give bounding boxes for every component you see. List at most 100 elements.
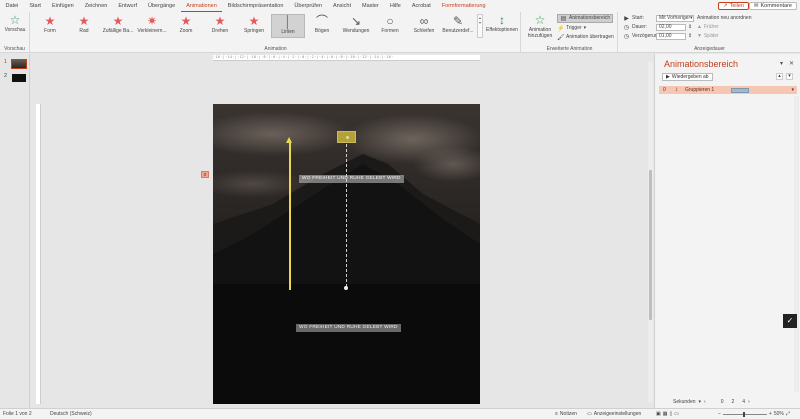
chevron-down-icon[interactable]: ▾ (699, 399, 702, 405)
reading-view-icon[interactable]: ▯ (669, 411, 672, 417)
advanced-animation-group: ☆ Animation hinzufügen ▤ Animationsbereic… (522, 12, 618, 53)
start-select[interactable]: Mit Vorheriger ▾ (656, 14, 694, 22)
comments-button[interactable]: ✉ Kommentare (748, 2, 797, 10)
canvas-scrollbar[interactable] (648, 62, 653, 402)
zoom-out-icon[interactable]: − (718, 411, 721, 417)
animation-pane-title: Animationsbereich (664, 59, 739, 69)
pane-scrollbar[interactable] (794, 96, 799, 392)
tab-master[interactable]: Master (357, 0, 385, 12)
fit-slide-icon[interactable]: ⤢ (786, 411, 790, 417)
slide-sorter-icon[interactable]: ▦ (663, 411, 668, 417)
delay-input[interactable]: 01,00 (656, 32, 686, 40)
anim-zoom[interactable]: ★ Zoom (169, 14, 203, 38)
move-down-button[interactable]: ▾ (786, 73, 793, 80)
anim-boegen[interactable]: ⌒ Bögen (305, 14, 339, 38)
tab-bildschirmpraesentation[interactable]: Bildschirmpräsentation (222, 0, 289, 12)
anim-benutzerdefiniert[interactable]: ✎ Benutzerdef... (441, 14, 475, 38)
motion-path-icon: ↕ (675, 87, 678, 93)
spinner-icon[interactable]: ⇕ (688, 24, 692, 30)
anim-wendungen[interactable]: ↘ Wendungen (339, 14, 373, 38)
share-button[interactable]: ↗ Teilen (718, 2, 749, 10)
tab-entwurf[interactable]: Entwurf (113, 0, 143, 12)
selected-group-shape[interactable] (337, 131, 356, 143)
close-icon[interactable]: ✕ (789, 60, 794, 67)
notes-button[interactable]: ≡ Notizen (555, 411, 577, 417)
spinner-icon[interactable]: ⇕ (688, 33, 692, 39)
rotation-handle[interactable] (345, 135, 349, 139)
zoom-slider[interactable] (722, 411, 767, 417)
chevron-left-icon[interactable]: ‹ (704, 399, 706, 405)
slide[interactable]: WO FREIHEIT UND RUHE GELEBT WIRD WO FREI… (213, 104, 480, 404)
slide-text-lower[interactable]: WO FREIHEIT UND RUHE GELEBT WIRD (296, 324, 401, 332)
tab-ueberpruefen[interactable]: Überprüfen (289, 0, 328, 12)
slideshow-icon[interactable]: ▭ (674, 411, 679, 417)
animation-group: ★ Form ★ Rad ★ Zufällige Ba... ✷ Verkleinern… (31, 12, 521, 53)
play-from-button[interactable]: ▶ Wiedergeben ab (662, 73, 713, 81)
tab-hilfe[interactable]: Hilfe (384, 0, 406, 12)
move-up-button[interactable]: ▴ (776, 73, 783, 80)
view-buttons: ▣ ▦ ▯ ▭ (656, 411, 679, 417)
tab-animationen[interactable]: Animationen (180, 0, 223, 12)
share-icon: ↗ (723, 3, 728, 9)
language-indicator[interactable]: Deutsch (Schweiz) (50, 411, 92, 417)
move-later-button[interactable]: ▼ Später (697, 32, 719, 40)
animation-pane-button[interactable]: ▤ Animationsbereich (557, 13, 614, 23)
anim-formen[interactable]: ○ Formen (373, 14, 407, 38)
zoom-slider-knob[interactable] (742, 411, 745, 417)
timing-group-label: Anzeigedauer (694, 46, 725, 52)
normal-view-icon[interactable]: ▣ (656, 411, 661, 417)
delay-row: ◷ Verzögerung: 01,00 ⇕ (623, 32, 693, 40)
tab-einfuegen[interactable]: Einfügen (46, 0, 79, 12)
display-settings-button[interactable]: ▭ Anzeigeeinstellungen (587, 411, 641, 417)
anim-zufaellige-balken[interactable]: ★ Zufällige Ba... (101, 14, 135, 38)
custom-path-icon: ✎ (452, 14, 464, 28)
tab-datei[interactable]: Datei (0, 0, 24, 12)
chevron-down-icon[interactable]: ▾ (780, 60, 783, 67)
display-icon: ▭ (587, 411, 592, 417)
animation-order-badge[interactable]: 0 (201, 171, 209, 178)
motion-path-end-dot[interactable] (344, 286, 348, 290)
seconds-dropdown[interactable]: Sekunden (673, 399, 696, 405)
animation-list-item[interactable]: 0 ↕ Gruppieren 1 ▾ (659, 86, 797, 94)
star-icon: ★ (44, 14, 56, 28)
clock-icon: ◷ (623, 33, 630, 40)
star-outline-icon: ☆ (9, 13, 21, 27)
chevron-right-icon[interactable]: › (748, 399, 750, 405)
motion-path-down[interactable] (346, 144, 347, 287)
zoom-in-icon[interactable]: + (769, 411, 772, 417)
tab-uebergaenge[interactable]: Übergänge (142, 0, 180, 12)
animation-painter-button[interactable]: 🖌 Animation übertragen (557, 33, 614, 41)
scrollbar-thumb[interactable] (649, 170, 652, 320)
anim-schleifen[interactable]: ∞ Schleifen (407, 14, 441, 38)
move-earlier-button[interactable]: ▲ Früher (697, 23, 719, 31)
duration-input[interactable]: 02,00 (656, 23, 686, 31)
anim-linien[interactable]: │ Linien (271, 14, 305, 38)
checkmark-icon[interactable]: ✓ (783, 314, 797, 328)
slide-text-upper[interactable]: WO FREIHEIT UND RUHE GELEBT WIRD (299, 175, 404, 183)
gallery-scroll[interactable]: ▴ ▾ (477, 14, 483, 38)
slide-thumbnails: 1 2 (0, 54, 30, 408)
slide-thumbnail-1[interactable] (11, 59, 27, 69)
tab-ansicht[interactable]: Ansicht (327, 0, 356, 12)
comment-icon: ✉ (753, 3, 759, 9)
add-animation-button[interactable]: ☆ Animation hinzufügen (525, 13, 555, 39)
slide-number: 1 (4, 59, 8, 65)
tab-start[interactable]: Start (24, 0, 47, 12)
anim-rad[interactable]: ★ Rad (67, 14, 101, 38)
anim-verkleinern[interactable]: ✷ Verkleinern... (135, 14, 169, 38)
slide-thumbnail-2[interactable] (12, 74, 26, 82)
timing-bar[interactable] (731, 87, 749, 93)
motion-path-up[interactable] (289, 140, 291, 290)
effect-options-button[interactable]: ↕ Effektoptionen (485, 13, 519, 33)
preview-button[interactable]: ☆ Vorschau (3, 13, 27, 33)
tab-acrobat[interactable]: Acrobat (406, 0, 436, 12)
trigger-button[interactable]: ⚡ Trigger ▾ (557, 24, 586, 32)
anim-form[interactable]: ★ Form (33, 14, 67, 38)
play-icon: ▶ (624, 15, 629, 22)
anim-drehen[interactable]: ★ Drehen (203, 14, 237, 38)
tab-formformatierung[interactable]: Formformatierung (436, 0, 491, 12)
tab-zeichnen[interactable]: Zeichnen (79, 0, 113, 12)
chevron-down-icon[interactable]: ▾ (791, 87, 797, 93)
zoom-level[interactable]: 50% (774, 411, 784, 417)
anim-springen[interactable]: ★ Springen (237, 14, 271, 38)
